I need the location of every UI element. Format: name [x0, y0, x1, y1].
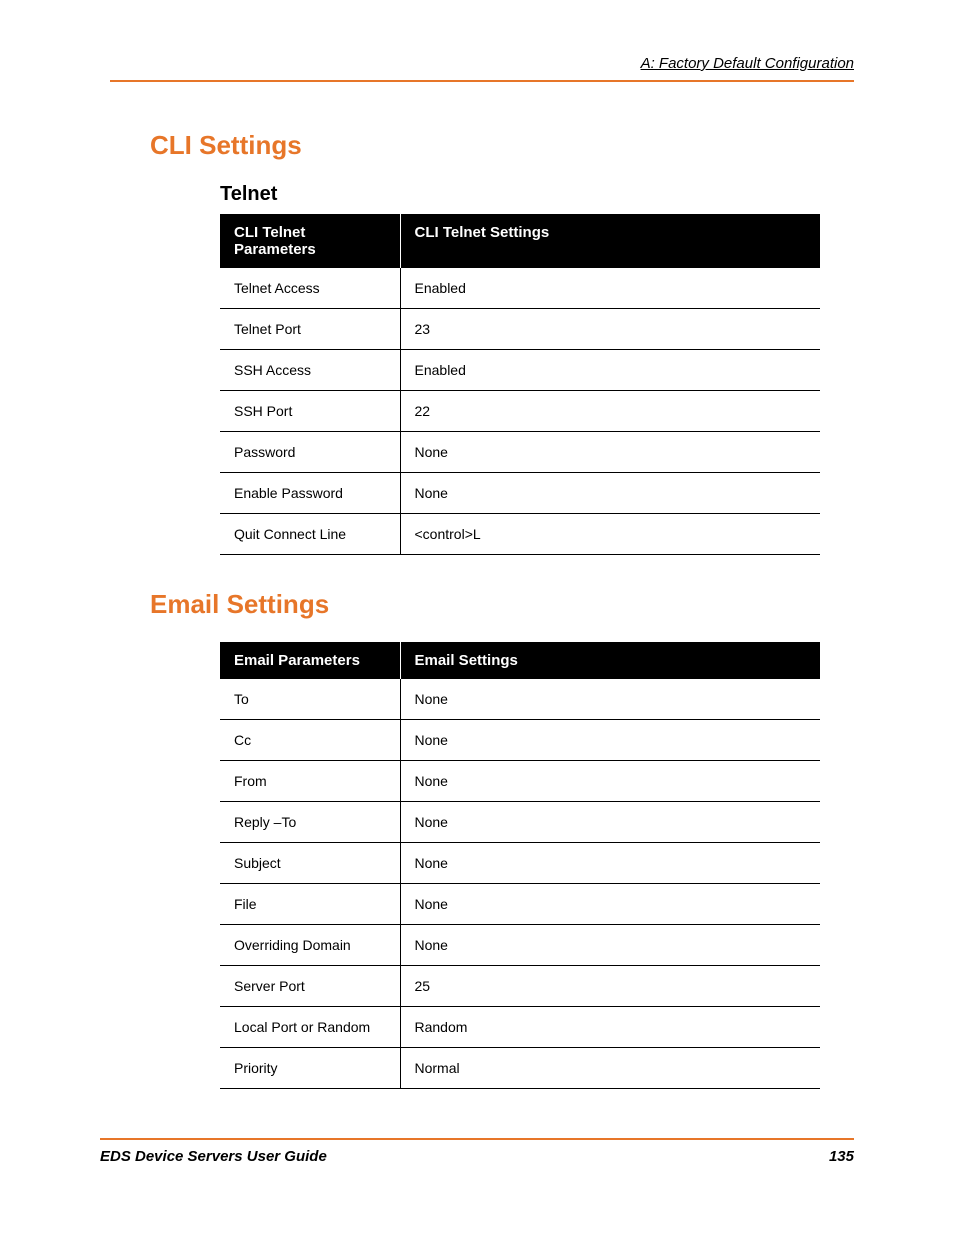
- page-footer: EDS Device Servers User Guide 135: [100, 1138, 854, 1165]
- param-cell: Overriding Domain: [220, 925, 400, 966]
- param-cell: Password: [220, 432, 400, 473]
- value-cell: None: [400, 925, 820, 966]
- param-cell: SSH Access: [220, 350, 400, 391]
- param-cell: Server Port: [220, 966, 400, 1007]
- value-cell: None: [400, 679, 820, 720]
- value-cell: 23: [400, 309, 820, 350]
- table-row: CcNone: [220, 720, 820, 761]
- table-row: FromNone: [220, 761, 820, 802]
- param-cell: Reply –To: [220, 802, 400, 843]
- footer-page-number: 135: [829, 1148, 854, 1165]
- section-title-cli: CLI Settings: [150, 130, 854, 161]
- value-cell: None: [400, 720, 820, 761]
- table-row: Server Port25: [220, 966, 820, 1007]
- footer-rule: [100, 1138, 854, 1140]
- param-cell: From: [220, 761, 400, 802]
- param-cell: Priority: [220, 1048, 400, 1089]
- value-cell: None: [400, 473, 820, 514]
- table-row: SSH Port22: [220, 391, 820, 432]
- value-cell: None: [400, 884, 820, 925]
- header-rule: [110, 80, 854, 82]
- param-cell: To: [220, 679, 400, 720]
- value-cell: None: [400, 802, 820, 843]
- value-cell: Normal: [400, 1048, 820, 1089]
- cli-telnet-table: CLI Telnet Parameters CLI Telnet Setting…: [220, 214, 820, 555]
- cli-th-parameters: CLI Telnet Parameters: [220, 214, 400, 268]
- table-row: Reply –ToNone: [220, 802, 820, 843]
- param-cell: Subject: [220, 843, 400, 884]
- cli-th-settings: CLI Telnet Settings: [400, 214, 820, 268]
- footer-guide-title: EDS Device Servers User Guide: [100, 1148, 327, 1165]
- table-row: SubjectNone: [220, 843, 820, 884]
- email-th-parameters: Email Parameters: [220, 642, 400, 679]
- table-row: Local Port or RandomRandom: [220, 1007, 820, 1048]
- param-cell: Quit Connect Line: [220, 514, 400, 555]
- value-cell: Enabled: [400, 350, 820, 391]
- value-cell: 22: [400, 391, 820, 432]
- table-row: FileNone: [220, 884, 820, 925]
- param-cell: SSH Port: [220, 391, 400, 432]
- table-row: PasswordNone: [220, 432, 820, 473]
- param-cell: Enable Password: [220, 473, 400, 514]
- table-row: Overriding DomainNone: [220, 925, 820, 966]
- email-th-settings: Email Settings: [400, 642, 820, 679]
- table-row: Telnet AccessEnabled: [220, 268, 820, 309]
- email-settings-table: Email Parameters Email Settings ToNone C…: [220, 642, 820, 1089]
- param-cell: File: [220, 884, 400, 925]
- value-cell: <control>L: [400, 514, 820, 555]
- table-row: SSH AccessEnabled: [220, 350, 820, 391]
- param-cell: Telnet Port: [220, 309, 400, 350]
- value-cell: None: [400, 432, 820, 473]
- table-row: Telnet Port23: [220, 309, 820, 350]
- param-cell: Local Port or Random: [220, 1007, 400, 1048]
- table-row: PriorityNormal: [220, 1048, 820, 1089]
- value-cell: None: [400, 761, 820, 802]
- param-cell: Telnet Access: [220, 268, 400, 309]
- section-title-email: Email Settings: [150, 589, 854, 620]
- table-row: ToNone: [220, 679, 820, 720]
- header-breadcrumb: A: Factory Default Configuration: [110, 55, 854, 77]
- value-cell: Random: [400, 1007, 820, 1048]
- value-cell: 25: [400, 966, 820, 1007]
- param-cell: Cc: [220, 720, 400, 761]
- subsection-title-telnet: Telnet: [220, 183, 854, 206]
- value-cell: None: [400, 843, 820, 884]
- value-cell: Enabled: [400, 268, 820, 309]
- table-row: Quit Connect Line<control>L: [220, 514, 820, 555]
- table-row: Enable PasswordNone: [220, 473, 820, 514]
